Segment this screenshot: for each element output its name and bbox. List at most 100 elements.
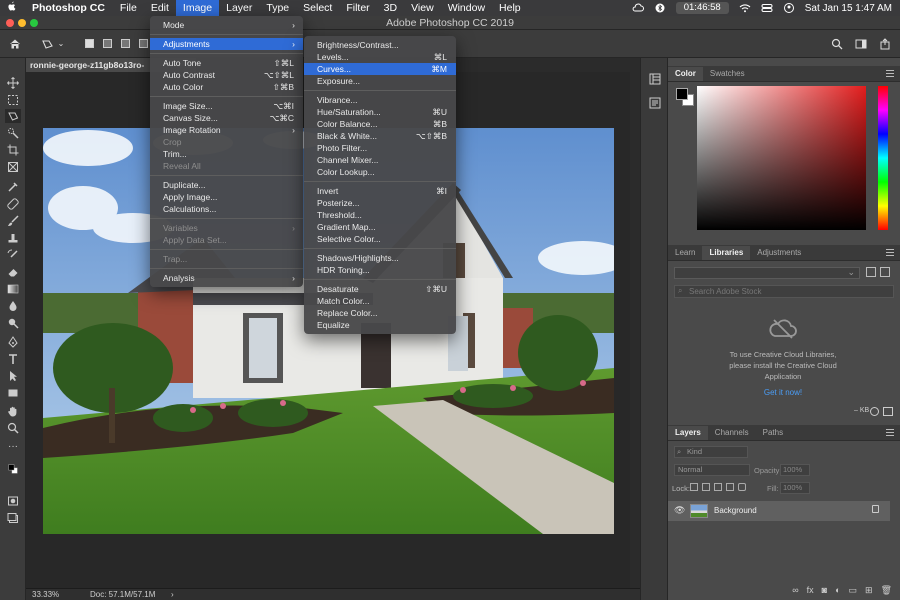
wifi-icon[interactable] (739, 3, 751, 13)
type-tool-icon[interactable] (5, 352, 21, 366)
tab-swatches[interactable]: Swatches (703, 67, 752, 81)
menu-layer[interactable]: Layer (219, 0, 259, 16)
menu-item-threshold[interactable]: Threshold... (304, 209, 456, 221)
tool-preset-chevron-icon[interactable]: ⌄ (56, 35, 66, 53)
minimize-window-button[interactable] (18, 19, 26, 27)
menu-item-auto-tone[interactable]: Auto Tone ⇧⌘L (150, 57, 303, 69)
marquee-tool-icon[interactable] (5, 93, 21, 107)
dodge-tool-icon[interactable] (5, 316, 21, 330)
menu-item-photo-filter[interactable]: Photo Filter... (304, 142, 456, 154)
lock-pixels-icon[interactable] (702, 483, 710, 491)
menu-item-auto-contrast[interactable]: Auto Contrast ⌥⇧⌘L (150, 69, 303, 81)
menu-item-trim[interactable]: Trim... (150, 148, 303, 160)
gradient-tool-icon[interactable] (5, 282, 21, 296)
menu-item-desaturate[interactable]: Desaturate ⇧⌘U (304, 283, 456, 295)
properties-panel-icon[interactable] (648, 96, 662, 110)
menu-item-hue-saturation[interactable]: Hue/Saturation... ⌘U (304, 106, 456, 118)
color-field[interactable] (697, 86, 866, 230)
frame-tool-icon[interactable] (5, 160, 21, 174)
menu-select[interactable]: Select (296, 0, 339, 16)
new-layer-icon[interactable]: ⊞ (865, 585, 873, 599)
menu-help[interactable]: Help (492, 0, 528, 16)
search-icon[interactable] (828, 35, 846, 53)
menu-item-gradient-map[interactable]: Gradient Map... (304, 221, 456, 233)
add-mask-icon[interactable]: ◙ (822, 585, 827, 599)
libraries-panel-menu-icon[interactable] (886, 249, 894, 256)
eyedropper-tool-icon[interactable] (5, 180, 21, 194)
stock-search-input[interactable]: ⌕ Search Adobe Stock (674, 285, 894, 298)
link-layers-icon[interactable]: ∞ (792, 585, 798, 599)
menu-item-hdr-toning[interactable]: HDR Toning... (304, 264, 456, 276)
menu-type[interactable]: Type (259, 0, 296, 16)
tab-libraries[interactable]: Libraries (702, 246, 751, 260)
sync-icon[interactable] (870, 407, 879, 416)
status-arrow-icon[interactable]: › (171, 589, 174, 600)
menu-item-adjustments[interactable]: Adjustments › (150, 38, 303, 50)
eraser-tool-icon[interactable] (5, 265, 21, 279)
healing-brush-tool-icon[interactable] (5, 197, 21, 211)
pen-tool-icon[interactable] (5, 335, 21, 349)
menu-item-curves[interactable]: Curves... ⌘M (304, 63, 456, 75)
opacity-field[interactable]: 100% (780, 464, 810, 476)
menu-item-image-size[interactable]: Image Size... ⌥⌘I (150, 100, 303, 112)
menu-item-image-rotation[interactable]: Image Rotation › (150, 124, 303, 136)
menu-item-selective-color[interactable]: Selective Color... (304, 233, 456, 245)
menu-file[interactable]: File (113, 0, 144, 16)
menu-item-calculations[interactable]: Calculations... (150, 203, 303, 215)
color-panel-menu-icon[interactable] (886, 70, 894, 77)
lasso-tool-icon[interactable] (38, 35, 56, 53)
menu-item-black-white[interactable]: Black & White... ⌥⇧⌘B (304, 130, 456, 142)
path-selection-tool-icon[interactable] (5, 369, 21, 383)
menu-item-posterize[interactable]: Posterize... (304, 197, 456, 209)
user-icon[interactable] (783, 3, 795, 13)
layers-panel-menu-icon[interactable] (886, 429, 894, 436)
control-center-icon[interactable] (761, 3, 773, 13)
subtract-from-selection-icon[interactable] (116, 35, 134, 53)
menu-item-equalize[interactable]: Equalize (304, 319, 456, 331)
layer-filter-select[interactable]: ⌕ Kind (674, 446, 748, 458)
hue-slider[interactable] (878, 86, 888, 230)
fill-field[interactable]: 100% (780, 482, 810, 494)
menu-item-color-balance[interactable]: Color Balance... ⌘B (304, 118, 456, 130)
home-icon[interactable] (6, 35, 24, 53)
menubar-clock[interactable]: Sat Jan 15 1:47 AM (805, 3, 892, 14)
menu-item-auto-color[interactable]: Auto Color ⇧⌘B (150, 81, 303, 93)
app-name-menu[interactable]: Photoshop CC (24, 2, 113, 14)
menu-item-brightness-contrast[interactable]: Brightness/Contrast... (304, 39, 456, 51)
get-it-now-link[interactable]: Get it now! (723, 388, 843, 397)
menu-item-invert[interactable]: Invert ⌘I (304, 185, 456, 197)
tab-color[interactable]: Color (668, 67, 703, 81)
apple-icon[interactable] (0, 1, 24, 15)
close-window-button[interactable] (6, 19, 14, 27)
menu-edit[interactable]: Edit (144, 0, 176, 16)
share-icon[interactable] (876, 35, 894, 53)
history-panel-icon[interactable] (648, 72, 662, 86)
quick-mask-icon[interactable] (5, 494, 21, 508)
move-tool-icon[interactable] (5, 76, 21, 90)
layer-name[interactable]: Background (714, 506, 757, 515)
lock-transparent-icon[interactable] (690, 483, 698, 491)
menu-filter[interactable]: Filter (339, 0, 376, 16)
quick-selection-tool-icon[interactable] (5, 126, 21, 140)
zoom-window-button[interactable] (30, 19, 38, 27)
layer-row-background[interactable]: 👁 Background (668, 501, 890, 521)
clone-stamp-tool-icon[interactable] (5, 231, 21, 245)
menu-item-replace-color[interactable]: Replace Color... (304, 307, 456, 319)
blend-mode-select[interactable]: Normal (674, 464, 750, 476)
add-to-selection-icon[interactable] (98, 35, 116, 53)
bluetooth-icon[interactable] (654, 3, 666, 13)
new-group-icon[interactable]: ▭ (849, 585, 858, 599)
new-selection-icon[interactable] (80, 35, 98, 53)
lock-artboard-icon[interactable] (726, 483, 734, 491)
menu-item-exposure[interactable]: Exposure... (304, 75, 456, 87)
history-brush-tool-icon[interactable] (5, 248, 21, 262)
library-select[interactable]: ⌄ (674, 267, 860, 279)
color-swatches[interactable] (3, 458, 23, 480)
menu-item-analysis[interactable]: Analysis › (150, 272, 303, 284)
tab-learn[interactable]: Learn (668, 246, 702, 260)
menu-item-apply-image[interactable]: Apply Image... (150, 191, 303, 203)
menu-item-match-color[interactable]: Match Color... (304, 295, 456, 307)
adjustment-layer-icon[interactable]: ◐ (835, 585, 840, 599)
tab-channels[interactable]: Channels (708, 426, 756, 440)
menu-item-duplicate[interactable]: Duplicate... (150, 179, 303, 191)
